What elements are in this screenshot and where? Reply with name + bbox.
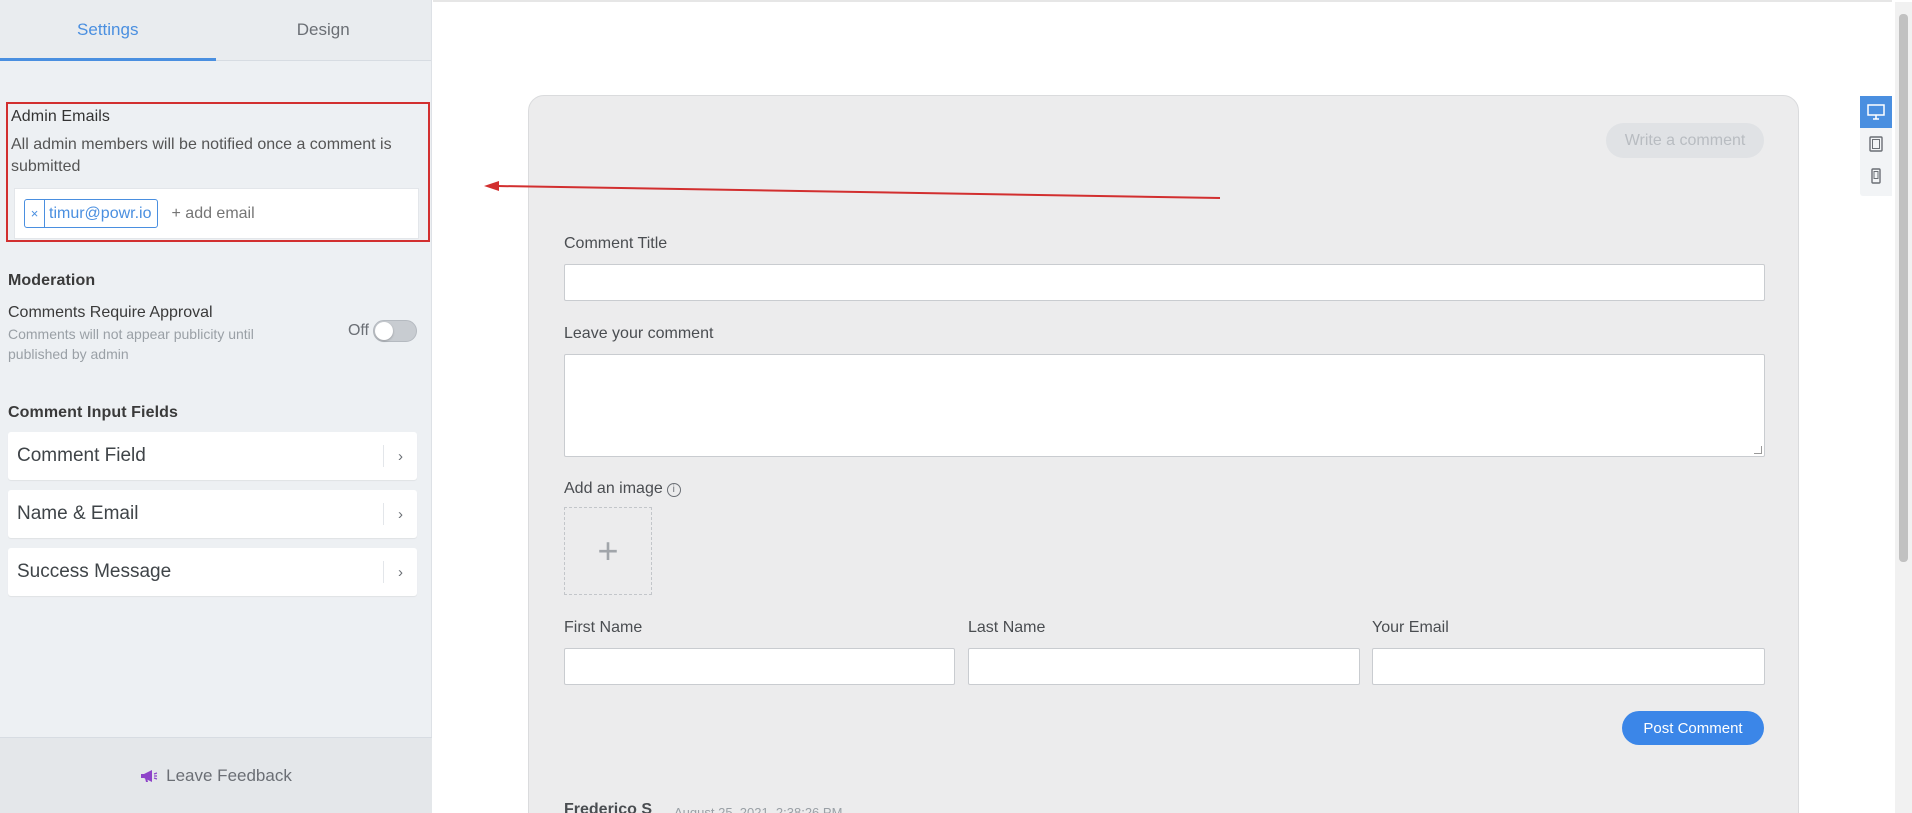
admin-email-input[interactable]: × timur@powr.io — [14, 188, 419, 239]
chevron-right-icon: › — [383, 561, 417, 583]
email-chip: × timur@powr.io — [24, 199, 158, 228]
approval-label: Comments Require Approval — [8, 304, 213, 321]
scrollbar-thumb[interactable] — [1899, 14, 1908, 562]
approval-description: Comments will not appear publicity until… — [8, 326, 254, 362]
write-comment-button[interactable]: Write a comment — [1606, 123, 1764, 158]
mobile-view-button[interactable] — [1860, 160, 1892, 192]
first-name-label: First Name — [564, 619, 643, 636]
email-label: Your Email — [1372, 619, 1449, 636]
megaphone-icon — [141, 769, 158, 782]
comment-field-item[interactable]: Comment Field › — [8, 432, 417, 480]
comment-body-label: Leave your comment — [564, 325, 714, 342]
device-switcher — [1860, 96, 1892, 196]
mobile-icon — [1871, 168, 1881, 184]
email-input[interactable] — [1372, 648, 1765, 685]
tab-design[interactable]: Design — [216, 0, 432, 60]
comment-date: August 25, 2021, 2:38:26 PM — [674, 805, 843, 813]
comments-widget-card: Write a comment Comment Title Leave your… — [528, 95, 1799, 813]
moderation-title: Moderation — [8, 272, 96, 289]
last-name-input[interactable] — [968, 648, 1360, 685]
input-fields-section: Comment Input Fields Comment Field › Nam… — [8, 404, 417, 596]
chevron-right-icon: › — [383, 445, 417, 467]
admin-emails-description: All admin members will be notified once … — [11, 136, 392, 175]
name-email-item[interactable]: Name & Email › — [8, 490, 417, 538]
comment-author: Frederico S — [564, 801, 653, 813]
comment-title-label: Comment Title — [564, 235, 668, 252]
leave-feedback-button[interactable]: Leave Feedback — [0, 737, 432, 813]
moderation-section: Moderation Comments Require Approval Com… — [8, 272, 417, 364]
sidebar-tabs: Settings Design — [0, 0, 431, 61]
admin-emails-title: Admin Emails — [11, 108, 111, 125]
input-fields-title: Comment Input Fields — [8, 404, 178, 421]
admin-emails-section: Admin Emails All admin members will be n… — [6, 102, 430, 242]
comment-body-textarea[interactable] — [564, 354, 1765, 457]
field-item-label: Name & Email — [17, 503, 139, 524]
leave-feedback-label: Leave Feedback — [166, 765, 292, 785]
add-image-label: Add an image i — [564, 480, 681, 498]
field-item-label: Success Message — [17, 561, 172, 582]
approval-toggle[interactable] — [373, 320, 417, 342]
tablet-icon — [1869, 136, 1883, 152]
desktop-view-button[interactable] — [1860, 96, 1892, 128]
field-item-label: Comment Field — [17, 445, 146, 466]
remove-email-icon[interactable]: × — [25, 200, 45, 227]
last-name-label: Last Name — [968, 619, 1046, 636]
add-image-button[interactable]: + — [564, 507, 652, 595]
toggle-state-label: Off — [347, 322, 369, 339]
add-image-text: Add an image — [564, 480, 663, 497]
chevron-right-icon: › — [383, 503, 417, 525]
success-message-item[interactable]: Success Message › — [8, 548, 417, 596]
resize-handle-icon[interactable] — [1754, 446, 1762, 454]
post-comment-button[interactable]: Post Comment — [1622, 711, 1764, 745]
add-email-field[interactable] — [171, 204, 372, 223]
settings-sidebar: Settings Design Admin Emails All admin m… — [0, 0, 432, 813]
tab-settings[interactable]: Settings — [0, 0, 216, 61]
preview-scrollbar[interactable] — [1895, 2, 1912, 813]
info-icon[interactable]: i — [666, 482, 681, 497]
comment-title-input[interactable] — [564, 264, 1765, 301]
approval-toggle-wrap: Off — [348, 298, 417, 364]
widget-preview: Write a comment Comment Title Leave your… — [433, 0, 1892, 813]
desktop-icon — [1867, 104, 1885, 120]
approval-row: Comments Require Approval Comments will … — [8, 304, 417, 364]
first-name-input[interactable] — [564, 648, 955, 685]
email-chip-text: timur@powr.io — [49, 204, 152, 222]
tablet-view-button[interactable] — [1860, 128, 1892, 160]
